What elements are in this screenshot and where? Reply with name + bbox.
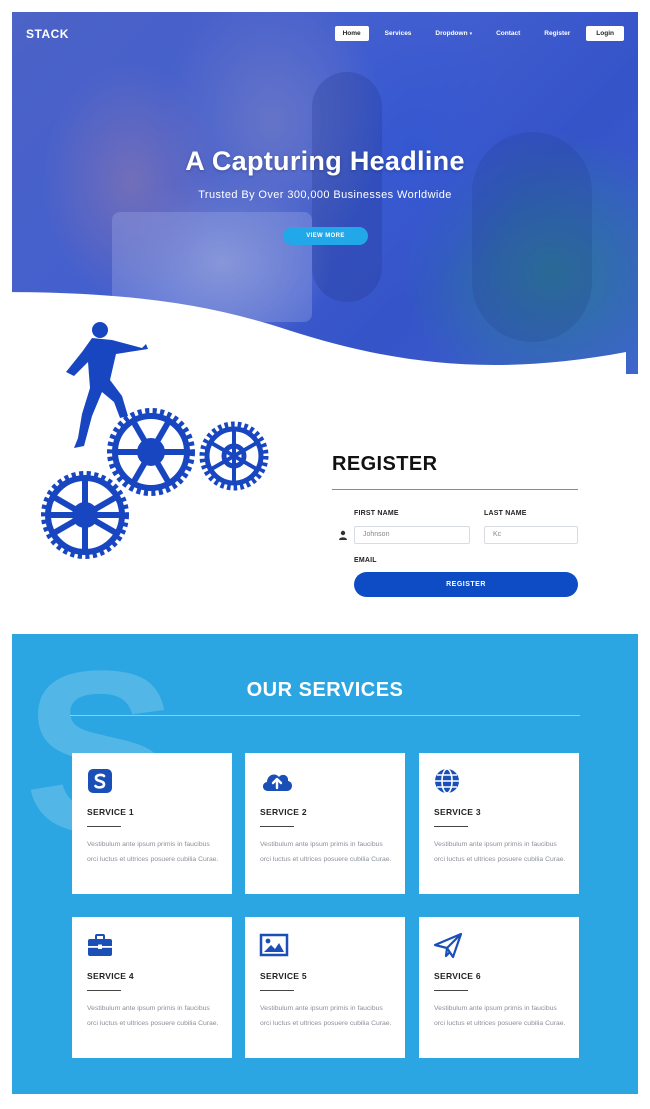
service-title: SERVICE 4 [87, 971, 134, 981]
last-name-field[interactable]: Kc [484, 526, 578, 544]
cloud-upload-icon [262, 774, 293, 791]
service-card[interactable]: SERVICE 5 Vestibulum ante ipsum primis i… [245, 917, 405, 1058]
first-name-field[interactable]: Johnson [354, 526, 470, 544]
register-button[interactable]: REGISTER [354, 572, 578, 597]
service-divider [260, 990, 294, 991]
paper-plane-icon [433, 932, 463, 959]
service-description: Vestibulum ante ipsum primis in faucibus… [260, 1005, 392, 1027]
service-description: Vestibulum ante ipsum primis in faucibus… [434, 1005, 566, 1027]
service-card[interactable]: SERVICE 1 Vestibulum ante ipsum primis i… [72, 753, 232, 894]
gears-runner-illustration [41, 322, 269, 559]
service-description: Vestibulum ante ipsum primis in faucibus… [87, 1005, 219, 1027]
service-divider [87, 826, 121, 827]
service-card[interactable]: SERVICE 3 Vestibulum ante ipsum primis i… [419, 753, 579, 894]
gear-large [41, 471, 129, 559]
register-divider [332, 489, 578, 490]
service-title: SERVICE 3 [434, 807, 481, 817]
last-name-label: LAST NAME [484, 510, 527, 517]
service-card[interactable]: SERVICE 2 Vestibulum ante ipsum primis i… [245, 753, 405, 894]
service-title: SERVICE 5 [260, 971, 307, 981]
service-divider [260, 826, 294, 827]
image-icon [259, 933, 289, 957]
service-description: Vestibulum ante ipsum primis in faucibus… [260, 841, 392, 863]
register-title: REGISTER [332, 453, 438, 475]
briefcase-icon [88, 934, 112, 956]
service-card[interactable]: SERVICE 6 Vestibulum ante ipsum primis i… [419, 917, 579, 1058]
service-description: Vestibulum ante ipsum primis in faucibus… [87, 841, 219, 863]
globe-icon [435, 768, 459, 794]
s-logo-icon [88, 769, 112, 793]
services-section: S OUR SERVICES SERVICE 1 Vestibulum ante… [12, 634, 638, 1094]
service-title: SERVICE 1 [87, 807, 134, 817]
service-description: Vestibulum ante ipsum primis in faucibus… [434, 841, 566, 863]
first-name-label: FIRST NAME [354, 510, 399, 517]
service-title: SERVICE 6 [434, 971, 481, 981]
email-label: EMAIL [354, 557, 377, 564]
service-divider [434, 826, 468, 827]
gear-small [199, 421, 269, 491]
service-title: SERVICE 2 [260, 807, 307, 817]
services-title: OUR SERVICES [246, 679, 404, 701]
user-icon [339, 530, 347, 540]
services-divider [70, 715, 580, 716]
service-divider [87, 990, 121, 991]
service-divider [434, 990, 468, 991]
service-card[interactable]: SERVICE 4 Vestibulum ante ipsum primis i… [72, 917, 232, 1058]
gear-medium [107, 408, 195, 496]
